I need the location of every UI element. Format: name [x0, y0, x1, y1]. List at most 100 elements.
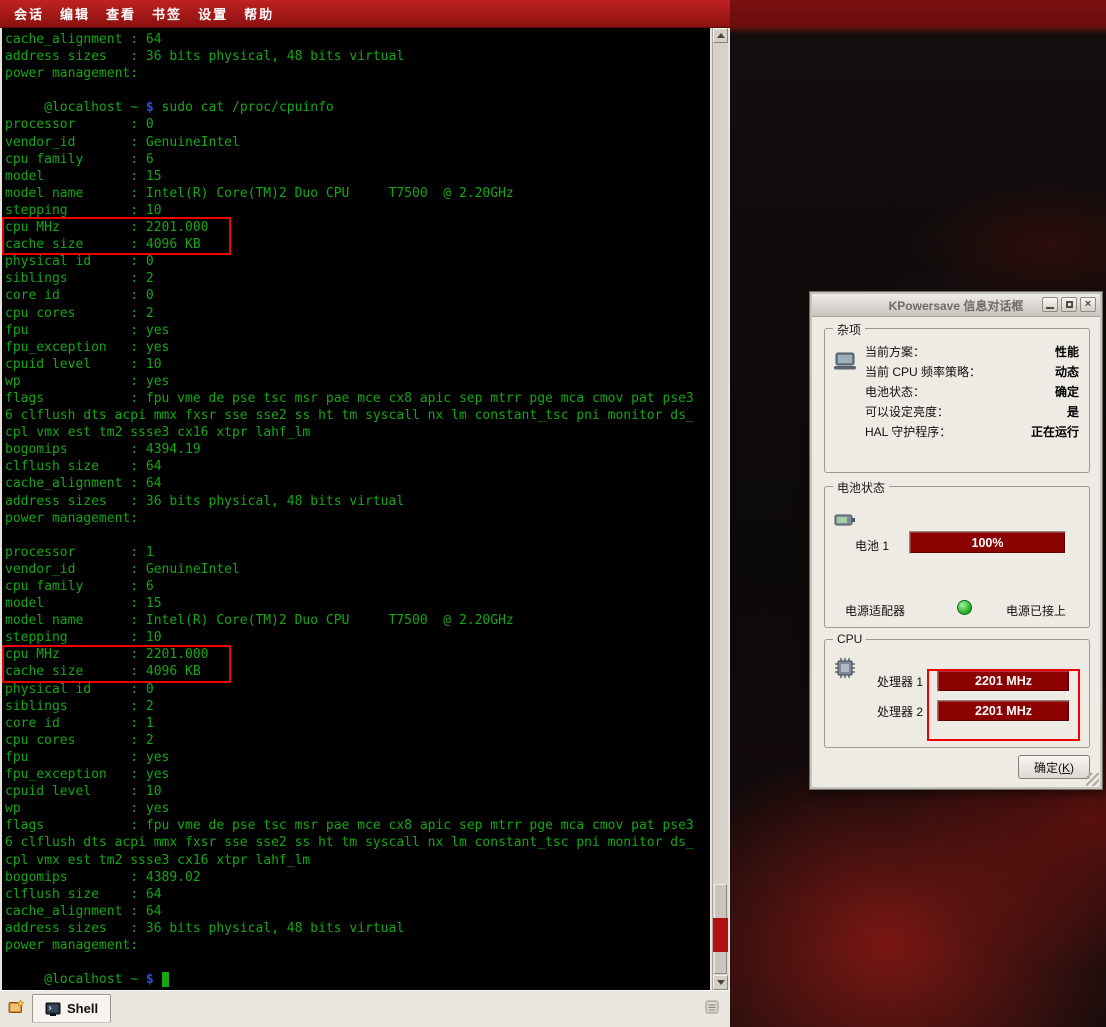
terminal-line: processor : 1 — [5, 544, 710, 561]
misc-row-value: 正在运行 — [1031, 423, 1079, 440]
terminal-line: model name : Intel(R) Core(TM)2 Duo CPU … — [5, 185, 710, 202]
scrollbar-down-button[interactable] — [713, 975, 728, 990]
power-scheme-icon — [833, 349, 857, 373]
terminal-line: clflush size : 64 — [5, 458, 710, 475]
konsole-icon — [45, 1001, 61, 1017]
dialog-body: 杂项 当前方案： 性能 当前 CPU 频率策略： 动态 — [812, 316, 1100, 787]
misc-row-value: 动态 — [1055, 363, 1079, 380]
menu-settings[interactable]: 设置 — [190, 1, 236, 26]
terminal-line: core id : 0 — [5, 287, 710, 304]
battery1-label: 电池 1 — [855, 537, 889, 554]
group-cpu-label: CPU — [833, 632, 866, 646]
group-battery-label: 电池状态 — [833, 479, 889, 496]
ac-adapter-label: 电源适配器 — [845, 602, 905, 619]
terminal-line: @localhost ~ $ sudo cat /proc/cpuinfo — [5, 99, 710, 116]
terminal-line: cache_alignment : 64 — [5, 475, 710, 492]
terminal-line: model name : Intel(R) Core(TM)2 Duo CPU … — [5, 612, 710, 629]
kpowersave-dialog: KPowersave 信息对话框 × 杂项 — [810, 292, 1102, 789]
terminal-line: power management: — [5, 937, 710, 954]
resize-grip[interactable] — [1086, 773, 1099, 786]
battery-icon — [833, 507, 857, 531]
terminal-line: cpu cores : 2 — [5, 732, 710, 749]
menu-session[interactable]: 会话 — [6, 1, 52, 26]
group-battery: 电池状态 电池 1 100% 电源适配器 电源已接上 — [824, 486, 1090, 628]
group-misc-label: 杂项 — [833, 321, 865, 338]
misc-row: 电池状态： 确定 — [865, 381, 1079, 401]
session-list-icon — [704, 999, 720, 1015]
terminal-line: @localhost ~ $ — [5, 971, 710, 988]
ok-button-accel: K — [1062, 761, 1070, 775]
terminal-line: stepping : 10 — [5, 629, 710, 646]
terminal-line: cpl vmx est tm2 ssse3 cx16 xtpr lahf_lm — [5, 852, 710, 869]
terminal-line: cpu family : 6 — [5, 151, 710, 168]
menu-help[interactable]: 帮助 — [236, 1, 282, 26]
misc-row-value: 确定 — [1055, 383, 1079, 400]
terminal-line: address sizes : 36 bits physical, 48 bit… — [5, 493, 710, 510]
terminal-line: core id : 1 — [5, 715, 710, 732]
terminal-line: clflush size : 64 — [5, 886, 710, 903]
terminal-line — [5, 954, 710, 971]
group-misc: 杂项 当前方案： 性能 当前 CPU 频率策略： 动态 — [824, 328, 1090, 473]
close-icon: × — [1085, 299, 1091, 310]
misc-row: 当前方案： 性能 — [865, 341, 1079, 361]
terminal-line: wp : yes — [5, 373, 710, 390]
misc-row-label: 当前方案： — [865, 343, 925, 360]
terminal-line: 6 clflush dts acpi mmx fxsr sse sse2 ss … — [5, 834, 710, 851]
misc-row-label: 当前 CPU 频率策略： — [865, 363, 981, 380]
annotation-scrollbar-mark — [713, 918, 728, 952]
ok-button[interactable]: 确定(K) — [1018, 755, 1090, 779]
dialog-title: KPowersave 信息对话框 — [889, 297, 1024, 314]
minimize-button[interactable] — [1042, 297, 1058, 312]
terminal-line: fpu : yes — [5, 322, 710, 339]
terminal-line: flags : fpu vme de pse tsc msr pae mce c… — [5, 817, 710, 834]
annotation-cpu-frequency-bars — [927, 669, 1080, 741]
scrollbar-up-button[interactable] — [713, 28, 728, 43]
terminal-line: address sizes : 36 bits physical, 48 bit… — [5, 48, 710, 65]
terminal-scrollbar[interactable] — [712, 28, 728, 990]
terminal-line: vendor_id : GenuineIntel — [5, 561, 710, 578]
misc-row: 当前 CPU 频率策略： 动态 — [865, 361, 1079, 381]
terminal-line: model : 15 — [5, 595, 710, 612]
cpu1-label: 处理器 1 — [877, 673, 933, 690]
new-session-button[interactable] — [4, 995, 28, 1019]
terminal-line: power management: — [5, 65, 710, 82]
minimize-icon — [1046, 300, 1054, 309]
terminal-line: physical id : 0 — [5, 253, 710, 270]
menu-view[interactable]: 查看 — [98, 1, 144, 26]
menu-bookmarks[interactable]: 书签 — [144, 1, 190, 26]
session-tab-bar: Shell — [0, 990, 730, 1027]
terminal-line: cpl vmx est tm2 ssse3 cx16 xtpr lahf_lm — [5, 424, 710, 441]
misc-row-label: 电池状态： — [865, 383, 925, 400]
terminal-output[interactable]: cache_alignment : 64address sizes : 36 b… — [2, 28, 710, 990]
terminal-line: model : 15 — [5, 168, 710, 185]
terminal-line: fpu : yes — [5, 749, 710, 766]
close-button[interactable]: × — [1080, 297, 1096, 312]
terminal-line — [5, 527, 710, 544]
terminal-line: siblings : 2 — [5, 698, 710, 715]
terminal-line: vendor_id : GenuineIntel — [5, 134, 710, 151]
menu-edit[interactable]: 编辑 — [52, 1, 98, 26]
misc-row-label: HAL 守护程序： — [865, 423, 951, 440]
screen: 会话 编辑 查看 书签 设置 帮助 cache_alignment : 64ad… — [0, 0, 1106, 1027]
terminal-line: 6 clflush dts acpi mmx fxsr sse sse2 ss … — [5, 407, 710, 424]
terminal-line: processor : 0 — [5, 116, 710, 133]
terminal-line: cpu family : 6 — [5, 578, 710, 595]
terminal-line: power management: — [5, 510, 710, 527]
misc-row-value: 是 — [1067, 403, 1079, 420]
down-arrow-icon — [717, 980, 725, 985]
ok-button-text-end: ) — [1070, 761, 1074, 775]
terminal-line: fpu_exception : yes — [5, 339, 710, 356]
konsole-window: 会话 编辑 查看 书签 设置 帮助 cache_alignment : 64ad… — [0, 0, 730, 1027]
terminal-line: wp : yes — [5, 800, 710, 817]
session-list-button[interactable] — [700, 995, 724, 1019]
tab-shell[interactable]: Shell — [32, 994, 111, 1023]
maximize-button[interactable] — [1061, 297, 1077, 312]
battery-percent: 100% — [972, 536, 1004, 550]
misc-row-label: 可以设定亮度： — [865, 403, 949, 420]
terminal-line: cpuid level : 10 — [5, 356, 710, 373]
misc-row-value: 性能 — [1055, 343, 1079, 360]
cpu-icon — [833, 656, 857, 680]
terminal-line: cache_alignment : 64 — [5, 31, 710, 48]
dialog-titlebar[interactable]: KPowersave 信息对话框 × — [812, 294, 1100, 317]
cpu2-label: 处理器 2 — [877, 703, 933, 720]
